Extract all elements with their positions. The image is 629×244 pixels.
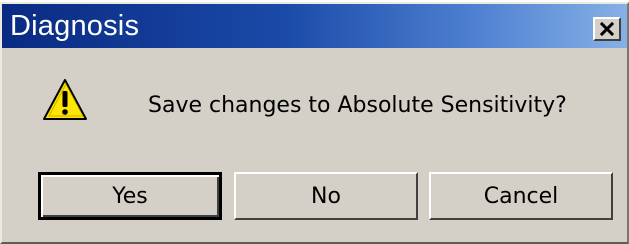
close-icon xyxy=(600,22,614,36)
cancel-button[interactable]: Cancel xyxy=(429,172,613,220)
close-button[interactable] xyxy=(593,17,621,41)
no-button[interactable]: No xyxy=(234,172,418,220)
yes-button[interactable]: Yes xyxy=(38,172,222,220)
diagnosis-dialog: Diagnosis Save changes to Absolute Sensi… xyxy=(0,2,629,244)
warning-icon xyxy=(43,79,87,120)
dialog-title: Diagnosis xyxy=(10,10,140,42)
title-bar[interactable]: Diagnosis xyxy=(2,4,627,48)
dialog-message: Save changes to Absolute Sensitivity? xyxy=(148,93,567,118)
